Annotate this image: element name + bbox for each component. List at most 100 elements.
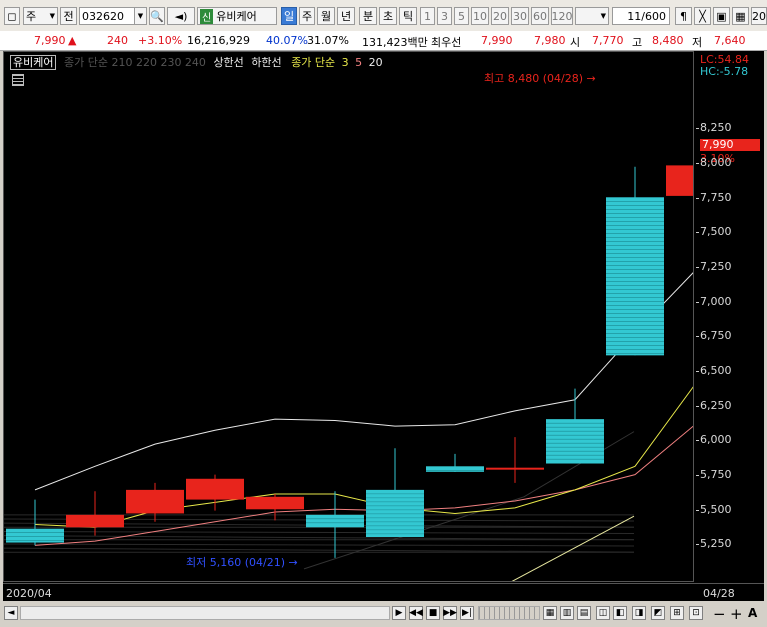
tab-period-day[interactable]: 일 (281, 7, 297, 25)
grey-ma-line (4, 543, 635, 547)
change-percent: +3.10% (138, 34, 183, 47)
minute-3-button[interactable]: 3 (437, 7, 452, 25)
view-4-icon[interactable]: ◫ (596, 606, 610, 620)
view-3-icon[interactable]: ▤ (577, 606, 591, 620)
view-1-icon[interactable]: ▦ (543, 606, 557, 620)
toolbar: ◻ 주 ▼ 전 032620 ▼ 🔍 ◄) 신 유비케어 일 주 월 년 분 초 … (0, 0, 767, 32)
minute-30-button[interactable]: 30 (511, 7, 529, 25)
view-6-icon[interactable]: ◨ (632, 606, 646, 620)
y-tick-label: 5,250 (700, 537, 732, 551)
chevron-down-icon: ▼ (49, 12, 55, 20)
y-tick-mark (696, 301, 699, 303)
sound-icon[interactable]: ◄) (167, 7, 195, 25)
trade-amount: 131,423백만 (362, 36, 428, 49)
minute-1-button[interactable]: 1 (420, 7, 435, 25)
save-icon[interactable]: ▣ (713, 7, 730, 25)
chart-area[interactable]: 유비케어 종가 단순 210 220 230 240 상한선 하한선 종가 단순… (3, 51, 764, 602)
stop-icon[interactable]: ■ (426, 606, 440, 620)
market-select[interactable]: 주 ▼ (23, 7, 58, 25)
legend-title[interactable]: 유비케어 (10, 55, 57, 70)
view-2-icon[interactable]: ▥ (560, 606, 574, 620)
zoom-out-icon[interactable]: − (713, 605, 726, 623)
x-axis-start: 2020/04 (6, 587, 52, 600)
prev-button[interactable]: 전 (60, 7, 77, 25)
arrow-right-icon: → (586, 72, 596, 85)
chevron-down-icon[interactable]: ▼ (134, 7, 147, 25)
view-8-icon[interactable]: ⊞ (670, 606, 684, 620)
y-tick-mark (696, 197, 699, 199)
volume: 16,216,929 (187, 34, 250, 47)
y-tick-mark (696, 440, 699, 442)
low-label: 저 (692, 36, 703, 49)
y-tick-mark (696, 232, 699, 234)
zoom-slider[interactable] (478, 606, 540, 620)
annotation-high: 최고 8,480 (04/28) → (484, 70, 596, 86)
tab-period-second[interactable]: 초 (379, 7, 397, 25)
tab-period-year[interactable]: 년 (337, 7, 355, 25)
y-axis: LC:54.84 HC:-5.78 7,990 3.10% 8,250 8,000… (696, 51, 764, 582)
fast-forward-icon[interactable]: ▶▶ (443, 606, 457, 620)
grey-ma-line (4, 530, 635, 534)
high-label: 고 (632, 36, 643, 49)
minute-5-button[interactable]: 5 (454, 7, 469, 25)
candle-body (426, 466, 484, 472)
scroll-left-icon[interactable]: ◄ (4, 606, 18, 620)
code-input[interactable]: 032620 (79, 7, 139, 25)
end-icon[interactable]: ▶| (460, 606, 474, 620)
y-tick-mark (696, 336, 699, 338)
horizontal-scrollbar[interactable] (20, 606, 390, 620)
rate-1: 40.07% (266, 34, 308, 47)
grid-icon[interactable]: ▦ (732, 7, 749, 25)
tab-period-tick[interactable]: 틱 (399, 7, 417, 25)
legend-ma3: 3 (341, 56, 349, 69)
annotation-high-text: 최고 8,480 (04/28) (484, 72, 584, 85)
view-5-icon[interactable]: ◧ (613, 606, 627, 620)
y-tick-mark (696, 475, 699, 476)
count-field[interactable]: 11/600 (612, 7, 670, 25)
x-axis-end: 04/28 (703, 587, 735, 600)
window-icon[interactable]: ◻ (4, 7, 20, 25)
stock-name: 유비케어 (216, 10, 257, 23)
minute-20-button[interactable]: 20 (491, 7, 509, 25)
y-tick-mark (696, 509, 699, 511)
y-tick-mark (696, 163, 699, 164)
y-tick-label: 8,250 (700, 121, 732, 135)
zoom-in-icon[interactable]: + (730, 605, 743, 623)
chart-legend: 유비케어 종가 단순 210 220 230 240 상한선 하한선 종가 단순… (10, 54, 383, 70)
auto-scale-icon[interactable]: A (748, 606, 757, 620)
candle-body (666, 165, 693, 196)
arrow-right-icon: → (288, 556, 298, 569)
grey-ma-line (4, 535, 635, 541)
change: 240 (107, 34, 128, 47)
open-label: 시 (570, 36, 581, 49)
y-tick-label: 6,750 (700, 329, 732, 343)
view-9-icon[interactable]: ⊡ (689, 606, 703, 620)
minute-10-button[interactable]: 10 (471, 7, 489, 25)
minute-120-button[interactable]: 120 (551, 7, 573, 25)
y-tick-mark (696, 405, 699, 407)
minute-60-button[interactable]: 60 (531, 7, 549, 25)
tab-period-minute[interactable]: 분 (359, 7, 377, 25)
extra-field[interactable]: 20 (751, 7, 767, 25)
search-icon[interactable]: 🔍 (149, 7, 165, 25)
y-tick-label: 7,000 (700, 294, 732, 308)
y-tick-label: 5,750 (700, 468, 732, 481)
tab-period-week[interactable]: 주 (299, 7, 315, 25)
high-price: 8,480 (652, 34, 684, 47)
crosshair-icon[interactable]: ╳ (694, 7, 711, 25)
y-tick-mark (696, 267, 699, 268)
play-icon[interactable]: ▶ (392, 606, 406, 620)
up-arrow-icon: ▲ (68, 34, 77, 47)
candle-body (186, 478, 244, 500)
tab-period-month[interactable]: 월 (317, 7, 335, 25)
view-7-icon[interactable]: ◩ (651, 606, 665, 620)
best-quote-label: 최우선 (431, 36, 462, 49)
rewind-icon[interactable]: ◀◀ (409, 606, 423, 620)
chart-plot[interactable]: 유비케어 종가 단순 210 220 230 240 상한선 하한선 종가 단순… (3, 51, 694, 582)
chevron-down-icon[interactable]: ▼ (575, 7, 609, 25)
market-label: 주 (26, 10, 37, 23)
candle-icon[interactable]: ¶ (675, 7, 692, 25)
grey-ma-line (4, 547, 635, 553)
settings-grid-icon[interactable] (12, 74, 24, 86)
stock-name-field[interactable]: 신 유비케어 (197, 7, 277, 25)
